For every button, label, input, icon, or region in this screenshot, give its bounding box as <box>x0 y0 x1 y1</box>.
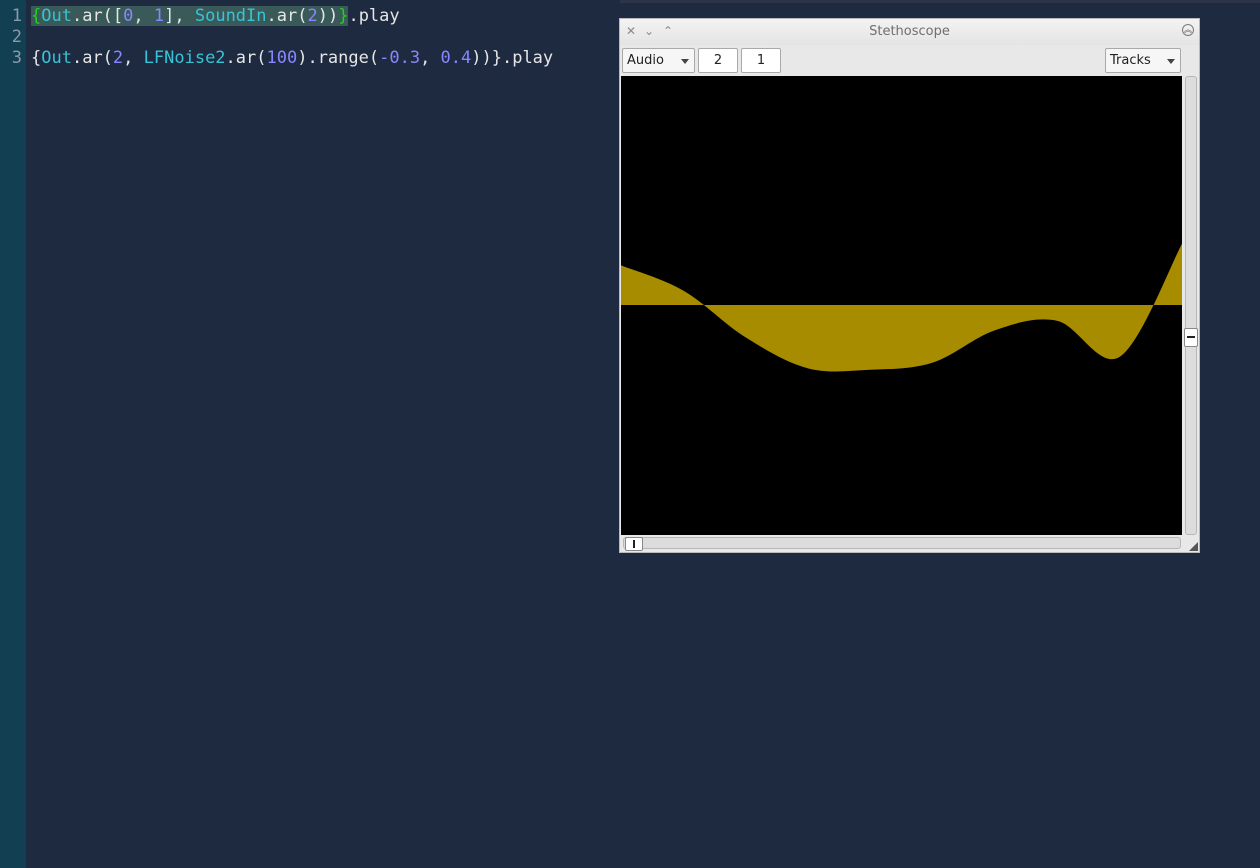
punct-token: , <box>133 6 154 26</box>
selected-code[interactable]: {Out.ar([0, 1], SoundIn.ar(2))} <box>31 6 349 26</box>
line-number-gutter: 1 2 3 <box>0 0 26 868</box>
number-token: 0 <box>123 6 134 26</box>
brace-token: { <box>31 48 42 68</box>
num-channels-field[interactable]: 2 <box>698 48 738 73</box>
chevron-down-icon <box>1167 59 1175 64</box>
method-token: .ar( <box>225 48 267 68</box>
class-token: LFNoise2 <box>143 48 226 68</box>
stethoscope-window[interactable]: ✕ ⌄ ⌃ Stethoscope ︽ Audio 2 1 Tracks <box>619 18 1200 553</box>
waveform-plot <box>621 243 1182 372</box>
line-number: 1 <box>11 6 22 26</box>
style-select[interactable]: Tracks <box>1105 48 1181 73</box>
punct-token: , <box>123 48 144 68</box>
number-token: 0.4 <box>440 48 472 68</box>
number-token: 2 <box>307 6 318 26</box>
window-title: Stethoscope <box>869 24 950 39</box>
number-token: -0.3 <box>379 48 421 68</box>
code-line-1[interactable]: {Out.ar([0, 1], SoundIn.ar(2))}.play <box>31 6 400 27</box>
vertical-slider-handle[interactable] <box>1184 328 1198 347</box>
punct-token: )) <box>317 6 339 26</box>
chevron-down-icon <box>681 59 689 64</box>
code-line-3[interactable]: {Out.ar(2, LFNoise2.ar(100).range(-0.3, … <box>31 48 553 69</box>
method-token: .ar( <box>266 6 308 26</box>
class-token: Out <box>41 6 72 26</box>
channel-offset-field[interactable]: 1 <box>741 48 781 73</box>
number-token: 100 <box>266 48 298 68</box>
brace-token: } <box>338 6 349 26</box>
class-token: Out <box>41 48 72 68</box>
resize-grip[interactable] <box>1189 542 1198 551</box>
method-token: .play <box>348 6 400 26</box>
style-select-label: Tracks <box>1110 53 1151 68</box>
line-number: 2 <box>11 27 22 47</box>
scope-display[interactable] <box>621 76 1182 535</box>
horizontal-zoom-slider[interactable] <box>623 537 1181 551</box>
rate-select-label: Audio <box>627 53 664 68</box>
keep-above-icon[interactable]: ︽ <box>1182 24 1194 36</box>
method-token: .ar( <box>71 48 113 68</box>
line-number: 3 <box>11 48 22 68</box>
class-token: SoundIn <box>194 6 267 26</box>
waveform-trace <box>621 243 1182 372</box>
rate-select[interactable]: Audio <box>622 48 695 73</box>
background-window-edge <box>620 0 1260 3</box>
title-bar[interactable]: ✕ ⌄ ⌃ Stethoscope ︽ <box>620 19 1199 45</box>
brace-token: { <box>31 6 42 26</box>
vertical-zoom-slider[interactable] <box>1184 76 1198 535</box>
punct-token: ], <box>164 6 195 26</box>
horizontal-slider-handle[interactable] <box>625 537 643 551</box>
method-token: ).range( <box>297 48 380 68</box>
number-token: 2 <box>112 48 124 68</box>
punct-token: , <box>420 48 441 68</box>
number-token: 1 <box>153 6 165 26</box>
method-token: .ar([ <box>71 6 124 26</box>
method-token: ))}.play <box>471 48 554 68</box>
